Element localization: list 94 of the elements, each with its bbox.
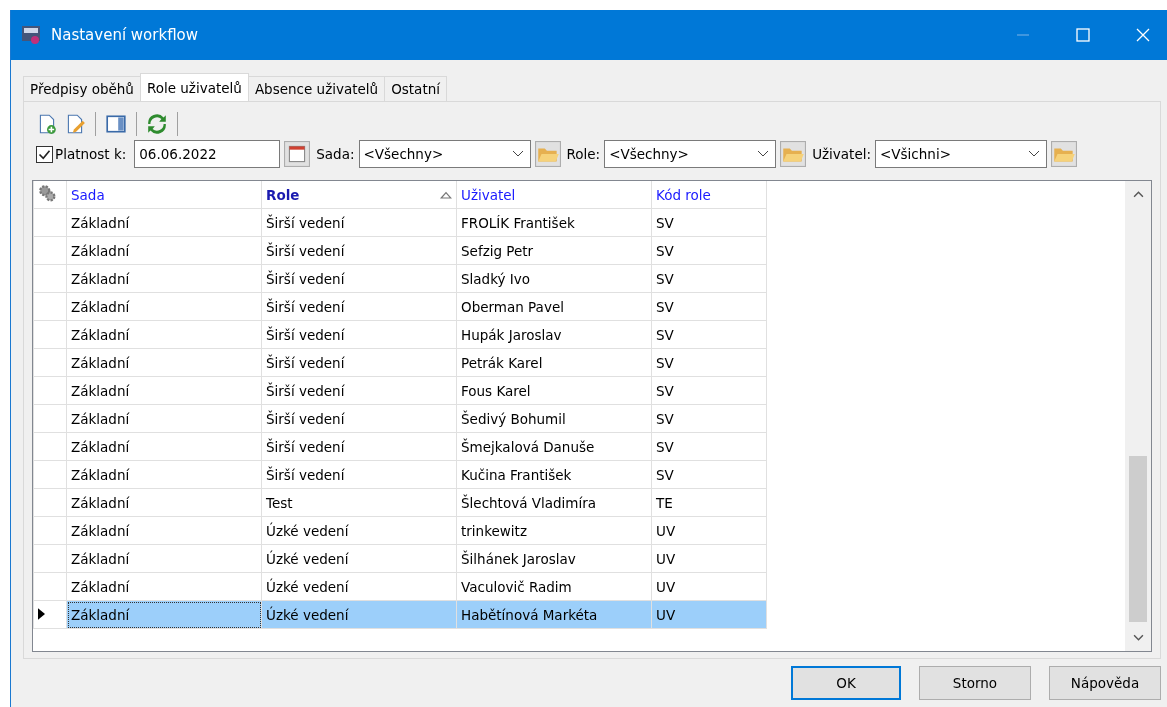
table-cell: UV (651, 544, 767, 573)
table-cell: Širší vedení (261, 208, 457, 237)
table-cell: SV (651, 208, 767, 237)
scroll-up-icon[interactable] (1132, 191, 1144, 198)
scroll-thumb[interactable] (1129, 456, 1147, 622)
filter-label: Sada: (316, 146, 355, 162)
table-cell: SV (651, 292, 767, 321)
table-cell: Úzké vedení (261, 516, 457, 545)
table-cell: Širší vedení (261, 236, 457, 265)
table-cell: SV (651, 236, 767, 265)
filter-dropdown[interactable]: <Všichni> (875, 140, 1048, 168)
table-cell: Základní (66, 488, 262, 517)
chevron-down-icon (1028, 150, 1041, 158)
table-cell: FROLÍK František (456, 208, 652, 237)
gear-icon[interactable] (38, 184, 56, 202)
table-cell: Šmejkalová Danuše (456, 432, 652, 461)
table-cell: Základní (66, 236, 262, 265)
table-cell: Základní (66, 600, 262, 629)
table-cell: SV (651, 264, 767, 293)
chevron-down-icon (511, 150, 524, 158)
table-cell: Oberman Pavel (456, 292, 652, 321)
date-field[interactable]: 06.06.2022 (134, 140, 281, 168)
tab[interactable]: Role uživatelů (139, 73, 249, 101)
table-cell: Základní (66, 320, 262, 349)
dialog-button[interactable]: OK (791, 666, 901, 700)
table-cell: Širší vedení (261, 432, 457, 461)
column-header[interactable]: Uživatel (461, 186, 516, 203)
table-cell: Širší vedení (261, 348, 457, 377)
current-row-icon (38, 607, 45, 620)
table-cell: Širší vedení (261, 292, 457, 321)
columns-icon[interactable] (105, 113, 127, 135)
column-header[interactable]: Sada (71, 186, 105, 203)
table-cell: Základní (66, 208, 262, 237)
table-cell: Základní (66, 404, 262, 433)
dialog-button[interactable]: Storno (919, 666, 1031, 700)
table-cell: Základní (66, 460, 262, 489)
table-cell: Úzké vedení (261, 544, 457, 573)
table-cell: UV (651, 572, 767, 601)
table-cell: Širší vedení (261, 460, 457, 489)
table-cell: Úzké vedení (261, 600, 457, 629)
table-cell: Petrák Karel (456, 348, 652, 377)
table-cell: Test (261, 488, 457, 517)
table-cell: Základní (66, 572, 262, 601)
filter-dropdown[interactable]: <Všechny> (358, 140, 531, 168)
maximize-button[interactable] (1073, 25, 1093, 45)
tab[interactable]: Ostatní (384, 76, 447, 101)
table-cell: Širší vedení (261, 404, 457, 433)
table-cell: Širší vedení (261, 320, 457, 349)
table-cell: UV (651, 516, 767, 545)
calendar-icon[interactable] (284, 141, 311, 167)
table-cell: Fous Karel (456, 376, 652, 405)
table-cell: Úzké vedení (261, 572, 457, 601)
table-cell: Šlechtová Vladimíra (456, 488, 652, 517)
table-cell: SV (651, 348, 767, 377)
table-cell: Základní (66, 544, 262, 573)
table-cell: Základní (66, 264, 262, 293)
scroll-down-icon[interactable] (1132, 634, 1144, 641)
table-cell: SV (651, 376, 767, 405)
table-cell: Sladký Ivo (456, 264, 652, 293)
column-header[interactable]: Role (266, 186, 300, 203)
scrollbar[interactable] (1125, 181, 1151, 651)
table-cell: Základní (66, 376, 262, 405)
app-logo-icon (21, 25, 41, 45)
dialog-button[interactable]: Nápověda (1049, 666, 1161, 700)
tab[interactable]: Předpisy oběhů (23, 76, 141, 101)
table-cell: SV (651, 320, 767, 349)
table-cell: Základní (66, 292, 262, 321)
table-cell: SV (651, 432, 767, 461)
refresh-icon[interactable] (146, 113, 168, 135)
table-cell: Širší vedení (261, 264, 457, 293)
table-cell: UV (651, 600, 767, 629)
filter-dropdown[interactable]: <Všechny> (604, 140, 777, 168)
validity-checkbox[interactable] (36, 145, 53, 163)
filter-label: Uživatel: (812, 146, 872, 162)
table-cell: Habětínová Markéta (456, 600, 652, 629)
table-cell: Kučina František (456, 460, 652, 489)
filter-label: Role: (566, 146, 601, 162)
validity-label: Platnost k: (55, 146, 127, 162)
table-cell: Základní (66, 432, 262, 461)
window-title: Nastavení workflow (51, 26, 199, 44)
table-cell: Hupák Jaroslav (456, 320, 652, 349)
table-cell: Základní (66, 516, 262, 545)
table-cell: Vaculovič Radim (456, 572, 652, 601)
table-cell: Sefzig Petr (456, 236, 652, 265)
table-cell: Šedivý Bohumil (456, 404, 652, 433)
table-cell: SV (651, 404, 767, 433)
table-cell: Širší vedení (261, 376, 457, 405)
table-cell: Šilhánek Jaroslav (456, 544, 652, 573)
table-cell: trinkewitz (456, 516, 652, 545)
sort-icon (440, 190, 452, 199)
table-cell: Základní (66, 348, 262, 377)
table-cell: SV (651, 460, 767, 489)
chevron-down-icon (757, 150, 770, 158)
table-cell: TE (651, 488, 767, 517)
